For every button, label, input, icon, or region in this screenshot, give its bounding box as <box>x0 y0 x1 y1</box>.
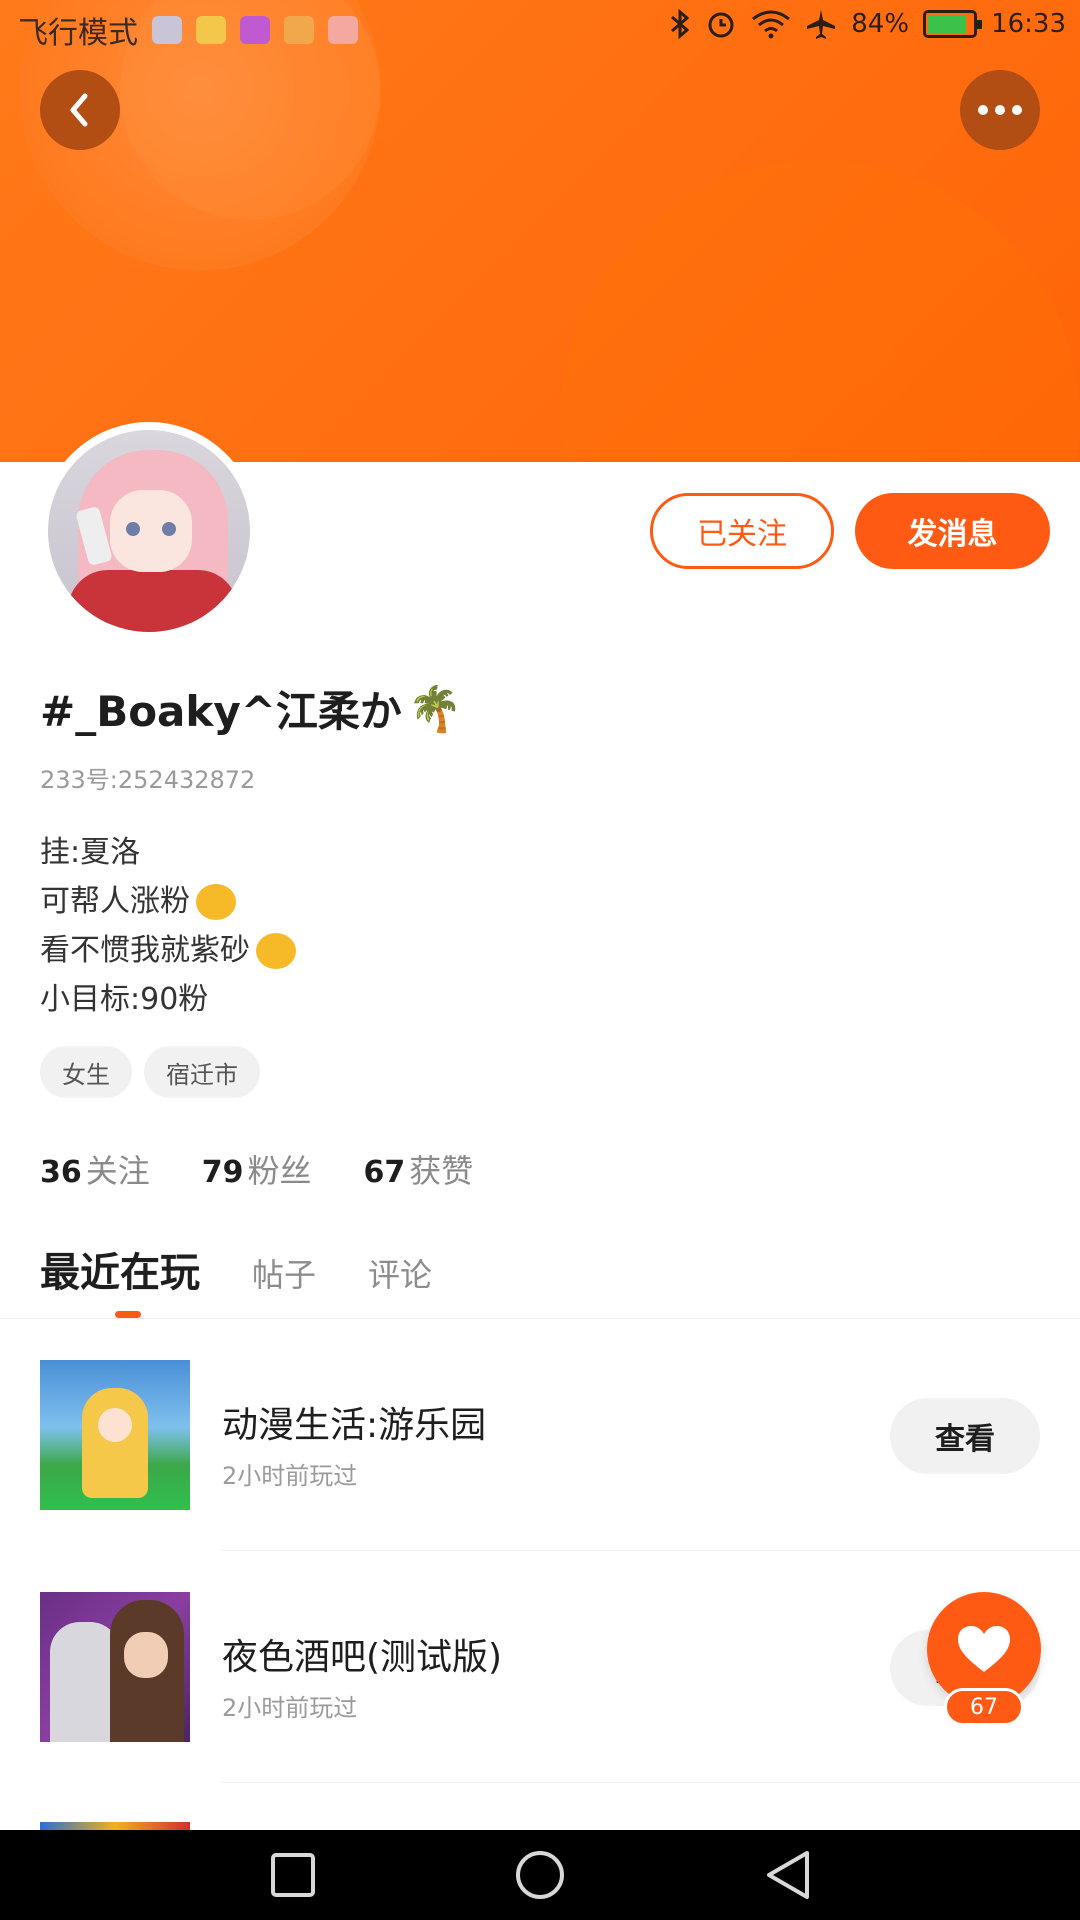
game-title: 动漫生活:游乐园 <box>222 1405 487 1446</box>
view-game-button[interactable]: 查看 <box>890 1398 1040 1474</box>
divider <box>0 1318 1080 1319</box>
divider <box>222 1550 1080 1551</box>
system-navigation-bar <box>0 1830 1080 1920</box>
tag-gender: 女生 <box>40 1046 132 1098</box>
profile-bio: 挂:夏洛 可帮人涨粉 看不惯我就紫砂 小目标:90粉 <box>40 828 296 1024</box>
tab-comments[interactable]: 评论 <box>368 1250 432 1296</box>
stat-following-label: 关注 <box>85 1152 150 1190</box>
notification-app-icon <box>284 16 314 44</box>
stat-likes-label: 获赞 <box>409 1152 474 1190</box>
followed-button[interactable]: 已关注 <box>650 493 834 569</box>
home-circle-icon <box>516 1851 564 1899</box>
back-nav-button[interactable] <box>728 1830 848 1920</box>
battery-percent: 84% <box>851 9 910 39</box>
profile-tags: 女生 宿迁市 <box>40 1046 260 1098</box>
more-options-button[interactable] <box>960 70 1040 150</box>
home-button[interactable] <box>480 1830 600 1920</box>
tag-location: 宿迁市 <box>144 1046 260 1098</box>
profile-stats: 36 关注 79 粉丝 67 获赞 <box>40 1146 473 1192</box>
airplane-icon <box>807 10 836 39</box>
wifi-icon <box>752 10 791 39</box>
profile-header-banner: 飞行模式 84% 16:33 <box>0 0 1080 462</box>
banner-decoration <box>560 160 1080 462</box>
stat-following[interactable]: 36 关注 <box>40 1146 150 1192</box>
battery-icon <box>923 10 983 38</box>
notification-app-icon <box>196 16 226 44</box>
avatar-image <box>48 430 250 632</box>
divider <box>222 1782 1080 1783</box>
recents-button[interactable] <box>233 1830 353 1920</box>
status-bar: 飞行模式 84% 16:33 <box>0 0 1080 54</box>
game-thumbnail-partial <box>40 1822 190 1830</box>
profile-tabs: 最近在玩 帖子 评论 <box>40 1240 432 1298</box>
more-dots-icon <box>978 105 1022 115</box>
alarm-icon <box>708 12 734 38</box>
stat-fans-label: 粉丝 <box>247 1152 312 1190</box>
profile-name: #_Boaky^江柔か 🌴 <box>40 678 463 739</box>
palm-tree-emoji: 🌴 <box>407 683 463 735</box>
avatar[interactable] <box>40 422 258 640</box>
unamused-face-emoji-icon <box>256 932 296 969</box>
bio-line: 小目标:90粉 <box>40 982 209 1017</box>
tab-posts[interactable]: 帖子 <box>252 1250 316 1296</box>
stat-fans-count: 79 <box>201 1155 244 1190</box>
profile-id: 233号:252432872 <box>40 766 256 794</box>
recents-square-icon <box>271 1853 315 1897</box>
game-title: 夜色酒吧(测试版) <box>222 1637 503 1678</box>
like-count-badge: 67 <box>944 1688 1024 1726</box>
chevron-left-icon <box>70 93 88 127</box>
game-thumbnail <box>40 1592 190 1742</box>
notification-app-icon <box>152 16 182 44</box>
list-item[interactable]: 动漫生活:游乐园 2小时前玩过 查看 <box>0 1360 1080 1592</box>
tab-recently-played[interactable]: 最近在玩 <box>40 1240 200 1298</box>
clock: 16:33 <box>991 9 1066 39</box>
stat-following-count: 36 <box>40 1155 82 1190</box>
gallery-icon <box>240 16 270 44</box>
stat-likes-count: 67 <box>363 1155 406 1190</box>
heart-icon <box>958 1626 1010 1672</box>
send-message-button[interactable]: 发消息 <box>855 493 1050 569</box>
stat-fans[interactable]: 79 粉丝 <box>202 1146 312 1192</box>
flight-mode-text: 飞行模式 <box>18 16 138 51</box>
bluetooth-icon <box>671 8 690 40</box>
back-button[interactable] <box>40 70 120 150</box>
game-last-played: 2小时前玩过 <box>222 1694 358 1722</box>
bio-line: 可帮人涨粉 <box>40 884 190 919</box>
back-triangle-icon <box>767 1851 809 1899</box>
game-thumbnail <box>40 1360 190 1510</box>
bio-line: 挂:夏洛 <box>40 835 141 870</box>
smiling-face-emoji-icon <box>196 883 236 920</box>
active-tab-indicator <box>115 1311 141 1318</box>
profile-name-text: #_Boaky^江柔か <box>40 687 402 736</box>
list-item[interactable]: 夜色酒吧(测试版) 2小时前玩过 查看 <box>0 1592 1080 1824</box>
notification-app-icon <box>328 16 358 44</box>
bio-line: 看不惯我就紫砂 <box>40 933 250 968</box>
stat-likes[interactable]: 67 获赞 <box>364 1146 474 1192</box>
game-last-played: 2小时前玩过 <box>222 1462 358 1490</box>
